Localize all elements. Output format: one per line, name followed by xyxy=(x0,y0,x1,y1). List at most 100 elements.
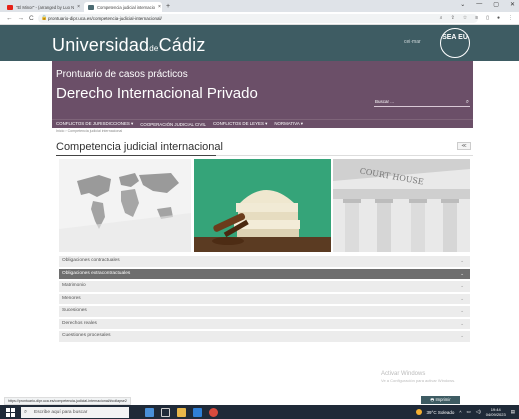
accordion-item-sucesiones[interactable]: Sucesiones ⌄ xyxy=(59,306,470,317)
windows-start-icon[interactable] xyxy=(6,407,15,417)
search-input[interactable]: Buscar ... ⌕ xyxy=(374,98,470,107)
taskbar-search-placeholder: Escribe aquí para buscar xyxy=(34,409,88,415)
accordion-item-label: Cuestiones procesales xyxy=(62,333,111,338)
page-title: Competencia judicial internacional xyxy=(56,141,223,153)
widgets-icon[interactable] xyxy=(145,407,154,417)
close-window-button[interactable]: ✕ xyxy=(510,1,515,8)
windows-taskbar: ⌕ Escribe aquí para buscar 39°C Soleado … xyxy=(0,405,519,419)
forward-icon[interactable]: → xyxy=(18,15,25,22)
courthouse-image: COURT HOUSE xyxy=(333,159,470,252)
logo-word-de: de xyxy=(149,44,159,53)
minimize-button[interactable]: — xyxy=(476,1,482,8)
accordion-item-obligaciones-extracontractuales[interactable]: Obligaciones extracontractuales ⌄ xyxy=(59,268,470,279)
chevron-down-icon: ⌄ xyxy=(460,295,464,301)
site-header: UniversidaddeCádiz cei·mar SEA EU xyxy=(0,25,519,61)
zoom-icon[interactable]: ⌕ xyxy=(440,15,443,21)
clock[interactable]: 19:44 04/09/2023 xyxy=(486,407,506,417)
share-icon[interactable]: ⇪ xyxy=(451,15,455,21)
tray-chevron-icon[interactable]: ^ xyxy=(459,410,461,415)
print-button[interactable]: 🖶 Imprimir xyxy=(421,396,460,404)
menu-item-cooperacion[interactable]: COOPERACIÓN JUDICIAL CIVIL xyxy=(140,122,206,127)
task-view-icon[interactable] xyxy=(161,407,170,417)
accordion-item-label: Menores xyxy=(62,295,81,301)
window-controls: ⌄ — ▢ ✕ xyxy=(460,1,515,8)
menu-item-normativa[interactable]: NORMATIVA ▾ xyxy=(274,121,303,127)
accordion-item-cuestiones-procesales[interactable]: Cuestiones procesales ⌄ xyxy=(59,331,470,342)
title-underline xyxy=(56,155,216,156)
accordion-item-obligaciones-contractuales[interactable]: Obligaciones contractuales ⌄ xyxy=(59,256,470,267)
url-text: prontuario-dipr.uca.es/competencia-judic… xyxy=(48,16,162,21)
clock-date: 04/09/2023 xyxy=(485,412,506,417)
chevron-down-icon: ⌄ xyxy=(460,258,464,263)
close-icon[interactable]: × xyxy=(158,4,161,10)
chevron-down-icon: ⌄ xyxy=(460,333,464,338)
activation-subtitle: Ve a Configuración para activar Windows. xyxy=(381,378,456,383)
activation-title: Activar Windows xyxy=(381,371,426,377)
windows-activation-watermark: Activar Windows Ve a Configuración para … xyxy=(381,371,455,383)
address-bar-row: ← → C 🔒 prontuario-dipr.uca.es/competenc… xyxy=(0,12,519,25)
tab-label: "El Minor" - (arranged by Luo N xyxy=(16,4,75,10)
tab-label: Competencia judicial internacio xyxy=(97,4,155,10)
search-placeholder: Buscar ... xyxy=(375,99,395,104)
university-logo[interactable]: UniversidaddeCádiz xyxy=(52,35,206,56)
chevron-down-icon: ⌄ xyxy=(460,308,464,313)
notifications-icon[interactable]: ▤ xyxy=(511,409,515,415)
accordion-item-menores[interactable]: Menores ⌄ xyxy=(59,293,470,304)
browser-tab-youtube[interactable]: "El Minor" - (arranged by Luo N × xyxy=(3,2,81,12)
chevron-down-icon: ⌄ xyxy=(460,270,464,276)
site-banner: Prontuario de casos prácticos Derecho In… xyxy=(52,61,473,119)
menu-icon[interactable]: ⋮ xyxy=(508,15,513,21)
uca-favicon-icon xyxy=(88,4,94,10)
close-icon[interactable]: × xyxy=(77,4,80,10)
profile-icon[interactable]: ● xyxy=(497,15,500,21)
banner-subtitle: Prontuario de casos prácticos xyxy=(56,69,188,80)
volume-icon[interactable]: ◁) xyxy=(476,409,481,415)
weather-text[interactable]: 39°C Soleado xyxy=(427,410,455,415)
menu-item-conflictos-leyes[interactable]: CONFLICTOS DE LEYES ▾ xyxy=(213,121,267,127)
title-divider xyxy=(216,155,473,156)
extensions-icon[interactable]: ≡ xyxy=(475,15,478,21)
browser-tab-competencia[interactable]: Competencia judicial internacio × xyxy=(84,2,162,12)
taskbar-apps xyxy=(145,407,218,417)
chrome-icon[interactable] xyxy=(209,407,218,417)
chevron-down-icon: ⌄ xyxy=(460,283,464,288)
reload-icon[interactable]: C xyxy=(29,15,34,22)
tab-search-button[interactable]: ⌄ xyxy=(460,1,465,8)
search-icon: ⌕ xyxy=(24,408,28,415)
url-field[interactable]: 🔒 prontuario-dipr.uca.es/competencia-jud… xyxy=(38,14,478,23)
weather-sun-icon xyxy=(415,409,422,415)
system-tray: 39°C Soleado ^ ▭ ◁) 19:44 04/09/2023 ▤ xyxy=(415,405,515,419)
file-explorer-icon[interactable] xyxy=(177,407,186,417)
network-icon[interactable]: ▭ xyxy=(466,409,470,415)
new-tab-button[interactable]: + xyxy=(166,2,170,12)
youtube-icon xyxy=(7,4,13,10)
accordion-item-derechos-reales[interactable]: Derechos reales ⌄ xyxy=(59,318,470,329)
sidepanel-icon[interactable]: ▯ xyxy=(486,15,489,21)
accordion-item-label: Obligaciones contractuales xyxy=(62,258,120,263)
logo-word-universidad: Universidad xyxy=(52,35,150,55)
menu-item-conflictos-jurisdicciones[interactable]: CONFLICTOS DE JURISDICCIONES ▾ xyxy=(56,121,133,127)
campus-logo[interactable]: cei·mar xyxy=(404,39,421,45)
banner-title: Derecho Internacional Privado xyxy=(56,85,258,102)
accordion-item-label: Sucesiones xyxy=(62,308,87,313)
share-button[interactable]: ≪ xyxy=(457,142,471,150)
search-icon[interactable]: ⌕ xyxy=(466,98,469,106)
lock-icon: 🔒 xyxy=(41,15,48,21)
mail-icon[interactable] xyxy=(193,407,202,417)
chevron-down-icon: ⌄ xyxy=(460,320,464,326)
taskbar-search-input[interactable]: ⌕ Escribe aquí para buscar xyxy=(21,406,129,418)
accordion: Obligaciones contractuales ⌄ Obligaciones… xyxy=(59,256,470,344)
sea-eu-seal[interactable]: SEA EU xyxy=(440,28,470,58)
accordion-item-label: Matrimonio xyxy=(62,283,86,288)
maximize-button[interactable]: ▢ xyxy=(493,1,499,8)
world-map-image xyxy=(59,159,191,252)
browser-tab-bar: "El Minor" - (arranged by Luo N × Compet… xyxy=(0,0,519,12)
accordion-item-label: Obligaciones extracontractuales xyxy=(62,270,131,276)
breadcrumb[interactable]: Inicio › Competencia judicial internacio… xyxy=(56,129,122,133)
toolbar-icons: ⌕ ⇪ ☆ ≡ ▯ ● ⋮ xyxy=(440,15,513,21)
back-icon[interactable]: ← xyxy=(6,15,13,22)
star-icon[interactable]: ☆ xyxy=(463,15,467,21)
main-menu: CONFLICTOS DE JURISDICCIONES ▾ COOPERACI… xyxy=(52,119,473,128)
accordion-item-matrimonio[interactable]: Matrimonio ⌄ xyxy=(59,281,470,292)
accordion-item-label: Derechos reales xyxy=(62,320,97,326)
